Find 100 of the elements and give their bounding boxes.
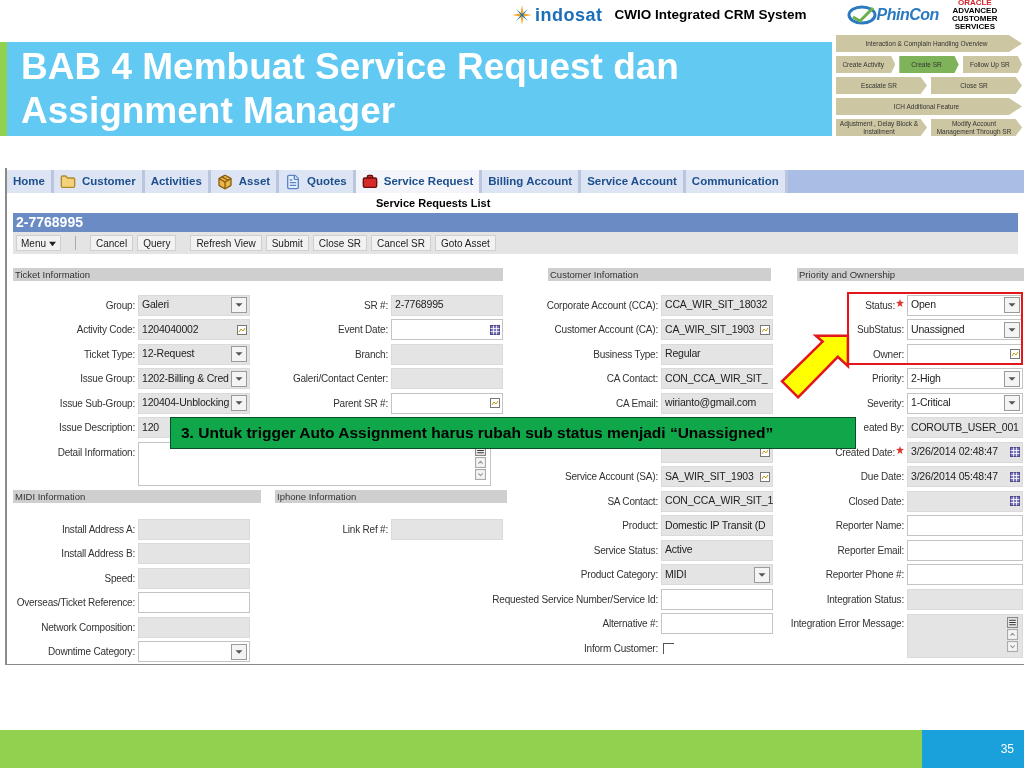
nav-tab[interactable]: Communication	[685, 170, 788, 194]
nav-tab[interactable]: Service Request	[355, 170, 483, 194]
dropdown-field[interactable]	[138, 641, 250, 663]
dropdown-icon[interactable]	[231, 370, 247, 387]
input-field[interactable]	[391, 368, 503, 390]
menu-button[interactable]: Menu	[16, 235, 61, 251]
record-title-bar: 2-7768995	[13, 213, 1018, 232]
dropdown-icon[interactable]	[1004, 321, 1020, 338]
dropdown-icon[interactable]	[231, 346, 247, 363]
nav-tab[interactable]: Asset	[210, 170, 280, 194]
input-field[interactable]: COROUTB_USER_001	[907, 417, 1023, 439]
pick-icon[interactable]	[1010, 349, 1020, 360]
input-field[interactable]	[391, 343, 503, 365]
input-field[interactable]: 3/26/2014 05:48:47	[907, 466, 1023, 488]
toolbar-button[interactable]: Submit	[265, 235, 309, 251]
view-title: Service Requests List	[376, 195, 491, 211]
nav-tab[interactable]: Service Account	[581, 170, 686, 194]
input-field[interactable]	[138, 592, 250, 614]
toolbar-button[interactable]: Refresh View	[190, 235, 262, 251]
expand-icon[interactable]	[1007, 616, 1018, 628]
dropdown-icon[interactable]	[1004, 370, 1020, 387]
input-field[interactable]	[391, 319, 503, 341]
dropdown-icon[interactable]	[231, 297, 247, 314]
toolbar-button[interactable]: Cancel	[90, 235, 134, 251]
pick-icon[interactable]	[237, 324, 247, 335]
dropdown-icon[interactable]	[231, 643, 247, 660]
dropdown-field[interactable]: 2-High	[907, 368, 1023, 390]
field-label: Install Address B:	[61, 547, 135, 562]
vendor-logo: ORACLE	[957, 0, 992, 7]
input-field[interactable]: CON_CCA_WIR_SIT_	[661, 368, 773, 390]
calendar-icon[interactable]	[490, 324, 500, 335]
dropdown-icon[interactable]	[231, 395, 247, 412]
field-label: Business Type:	[593, 347, 658, 362]
dropdown-field[interactable]: MIDI	[661, 564, 773, 586]
field-label: Integration Error Message:	[790, 617, 904, 631]
input-field[interactable]	[138, 567, 250, 589]
dropdown-icon[interactable]	[1004, 297, 1020, 314]
calendar-icon[interactable]	[1010, 496, 1020, 507]
input-field[interactable]	[907, 539, 1023, 561]
input-field[interactable]: SA_WIR_SIT_1903	[661, 466, 773, 488]
pick-icon[interactable]	[760, 324, 770, 335]
field-label: Parent SR #:	[333, 396, 388, 411]
input-field[interactable]: Regular	[661, 343, 773, 365]
input-field[interactable]: 2-7768995	[391, 294, 503, 316]
field-label: Inform Customer:	[583, 641, 658, 656]
calendar-icon[interactable]	[1010, 447, 1020, 458]
input-field[interactable]	[391, 392, 503, 414]
field-label: Issue Group:	[80, 372, 135, 387]
nav-tab[interactable]: Billing Account	[482, 170, 582, 194]
dropdown-field[interactable]: Unassigned	[907, 319, 1023, 341]
dropdown-field[interactable]: 12-Request	[138, 343, 250, 365]
input-field[interactable]	[661, 588, 773, 610]
nav-tab[interactable]: Customer	[53, 170, 145, 194]
field-label: Ticket Type:	[84, 347, 135, 362]
input-field[interactable]: CCA_WIR_SIT_18032	[661, 294, 773, 316]
input-field[interactable]: CON_CCA_WIR_SIT_1	[661, 490, 773, 512]
input-field[interactable]: Domestic IP Transit (D	[661, 515, 773, 537]
dropdown-icon[interactable]	[1004, 395, 1020, 412]
pick-icon[interactable]	[490, 398, 500, 409]
section-header: Priority and Ownership	[797, 268, 1024, 281]
nav-tab[interactable]: Activities	[144, 170, 211, 194]
dropdown-icon[interactable]	[754, 566, 770, 583]
dropdown-field[interactable]: Galeri	[138, 294, 250, 316]
input-field[interactable]	[907, 588, 1023, 610]
toolbar-button[interactable]: Query	[137, 235, 177, 251]
input-field[interactable]	[138, 616, 250, 638]
pick-icon[interactable]	[760, 471, 770, 482]
input-field[interactable]: wirianto@gmail.com	[661, 392, 773, 414]
dropdown-field[interactable]: 1-Critical	[907, 392, 1023, 414]
input-field[interactable]	[907, 515, 1023, 537]
dropdown-field[interactable]: Open	[907, 294, 1023, 316]
dropdown-field[interactable]: 1202-Billing & Cred	[138, 368, 250, 390]
field-label: Activity Code:	[76, 323, 135, 338]
input-field[interactable]	[907, 490, 1023, 512]
section-header: Customer Infomation	[548, 268, 771, 281]
field-label: Due Date:	[860, 470, 904, 485]
field-label: Integration Status:	[826, 592, 904, 607]
input-field[interactable]: Active	[661, 539, 773, 561]
scroll-down-icon[interactable]	[475, 469, 486, 480]
input-field[interactable]	[907, 564, 1023, 586]
nav-tab[interactable]: Home	[7, 170, 54, 194]
input-field[interactable]	[138, 543, 250, 565]
box-icon	[216, 173, 233, 190]
dropdown-field[interactable]: 120404-Unblocking	[138, 392, 250, 414]
input-field[interactable]: 1204040002	[138, 319, 250, 341]
field-label: Group:	[105, 298, 135, 313]
toolbar-button[interactable]: Cancel SR	[371, 235, 431, 251]
input-field[interactable]	[661, 613, 773, 635]
field-label: Link Ref #:	[342, 522, 388, 537]
calendar-icon[interactable]	[1010, 471, 1020, 482]
input-field[interactable]: 3/26/2014 02:48:47	[907, 441, 1023, 463]
field-label: Install Address A:	[61, 522, 135, 537]
input-field[interactable]	[138, 518, 250, 540]
nav-tab[interactable]: Quotes	[279, 170, 356, 194]
field-label: Corporate Account (CCA):	[546, 298, 658, 313]
input-field[interactable]	[391, 518, 503, 540]
toolbar-button[interactable]: Close SR	[312, 235, 368, 251]
input-field[interactable]: CA_WIR_SIT_1903	[661, 319, 773, 341]
toolbar-button[interactable]: Goto Asset	[434, 235, 496, 251]
field-label: Issue Sub-Group:	[59, 396, 135, 411]
